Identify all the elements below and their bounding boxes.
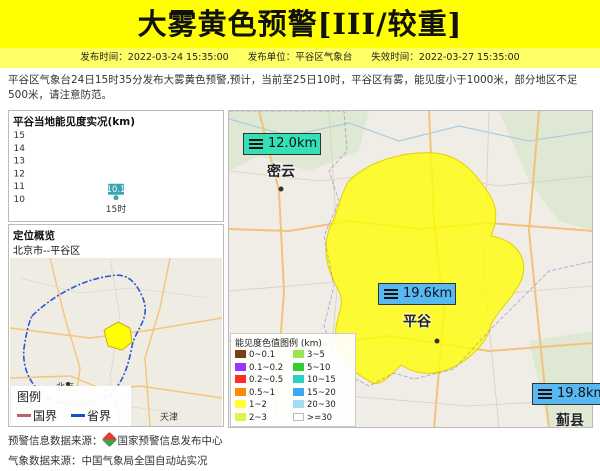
legend-swatch <box>293 375 304 383</box>
legend-item-national-border: 国界 <box>17 407 57 424</box>
visibility-legend-title: 能见度色值图例 (km) <box>235 339 322 349</box>
visibility-legend-item: >=30 <box>293 412 333 423</box>
warning-source-link[interactable]: 国家预警信息发布中心 <box>118 435 223 447</box>
visibility-legend-item: 1~2 <box>235 400 267 410</box>
x-tick-label: 15时 <box>106 203 126 215</box>
visibility-legend-item: 3~5 <box>293 350 325 360</box>
station-pinggu-value: 19.6km <box>403 286 453 301</box>
y-tick-label: 10 <box>14 195 26 205</box>
legend-swatch <box>235 350 246 358</box>
visibility-legend-item: 0.5~1 <box>235 387 276 398</box>
location-path: 北京市--平谷区 <box>13 246 81 257</box>
y-tick-label: 12 <box>14 169 25 179</box>
national-border-line-icon <box>17 414 31 417</box>
visibility-bars-icon <box>538 389 552 399</box>
legend-label: 2~3 <box>249 412 267 423</box>
map-legend-title: 图例 <box>17 390 42 404</box>
legend-swatch <box>293 362 304 371</box>
legend-label: 20~30 <box>307 400 336 410</box>
legend-swatch <box>235 412 246 421</box>
visibility-chart: 10 11 12 13 14 15 10.1 15时 <box>14 131 127 215</box>
warning-center-logo-icon <box>101 431 117 448</box>
y-tick-label: 14 <box>14 144 26 154</box>
issuer: 发布单位：平谷区气象台 <box>247 52 353 63</box>
visibility-legend-item: 10~15 <box>293 375 336 385</box>
station-jixian-value: 19.8km <box>557 386 600 401</box>
station-tag-miyun[interactable]: 12.0km <box>243 133 322 155</box>
legend-label: >=30 <box>307 412 333 423</box>
legend-swatch <box>293 400 304 408</box>
data-point <box>113 195 119 201</box>
visibility-legend-item: 0.2~0.5 <box>235 375 283 385</box>
legend-label: 1~2 <box>249 400 267 410</box>
legend-swatch <box>235 387 246 396</box>
station-tag-jixian[interactable]: 19.8km <box>532 383 600 405</box>
visibility-legend-item: 0.1~0.2 <box>235 362 284 373</box>
visibility-legend-item: 5~10 <box>293 362 331 373</box>
legend-swatch <box>293 412 304 421</box>
legend-label: 0.5~1 <box>249 387 276 398</box>
legend-swatch <box>235 375 246 383</box>
legend-label: 0.2~0.5 <box>249 375 284 385</box>
visibility-color-legend: 能见度色值图例 (km) 0~0.1 3~5 0.1~0.2 5~10 0.2~0.5 1… <box>230 333 356 427</box>
warning-title: 大雾黄色预警[III/较重] <box>0 0 600 48</box>
location-overview-title: 定位概览 <box>13 230 55 242</box>
y-tick-label: 13 <box>14 157 25 167</box>
y-tick-label: 11 <box>14 182 25 192</box>
tianjin-label: 天津 <box>160 412 178 423</box>
city-label-pinggu: 平谷 <box>403 314 431 330</box>
weather-data-source: 气象数据来源：中国气象局全国自动站实况 <box>8 455 208 467</box>
legend-swatch <box>235 400 246 408</box>
legend-swatch <box>235 362 246 371</box>
warning-description: 平谷区气象台24日15时35分发布大雾黄色预警,预计，当前至25日10时，平谷区… <box>8 74 578 101</box>
city-label-miyun: 密云 <box>267 164 295 180</box>
warning-data-source: 预警信息数据来源： 国家预警信息发布中心 <box>8 431 223 448</box>
legend-swatch <box>293 350 304 358</box>
province-border-line-icon <box>71 414 85 417</box>
data-label: 10.1 <box>107 185 126 195</box>
legend-label: 10~15 <box>307 375 336 385</box>
map-legend: 图例 国界 省界 <box>11 386 131 426</box>
visibility-chart-panel: 平谷当地能见度实况(km) 10 11 12 13 14 15 10.1 15时 <box>8 110 224 222</box>
weather-source-text: 中国气象局全国自动站实况 <box>81 455 208 467</box>
visibility-legend-item: 0~0.1 <box>235 350 275 360</box>
station-tag-pinggu[interactable]: 19.6km <box>378 283 457 305</box>
legend-item-province-border: 省界 <box>71 407 111 424</box>
station-miyun-value: 12.0km <box>268 136 318 151</box>
legend-label: 0.1~0.2 <box>249 362 284 373</box>
visibility-legend-item: 15~20 <box>293 387 336 398</box>
visibility-legend-item: 20~30 <box>293 400 336 410</box>
visibility-bars-icon <box>249 139 263 149</box>
city-label-jixian: 蓟县 <box>556 413 584 429</box>
warning-info-bar: 发布时间：2022-03-24 15:35:00 发布单位：平谷区气象台 失效时… <box>0 48 600 68</box>
legend-label: 5~10 <box>307 362 331 373</box>
y-tick-label: 15 <box>14 131 25 141</box>
expire-time: 失效时间：2022-03-27 15:35:00 <box>371 52 520 63</box>
legend-label: 15~20 <box>307 387 336 398</box>
legend-label: 3~5 <box>307 350 325 360</box>
legend-label: 0~0.1 <box>249 350 276 360</box>
visibility-legend-item: 2~3 <box>235 412 267 423</box>
publish-time: 发布时间：2022-03-24 15:35:00 <box>80 52 229 63</box>
visibility-bars-icon <box>384 289 398 299</box>
legend-swatch <box>293 387 304 396</box>
